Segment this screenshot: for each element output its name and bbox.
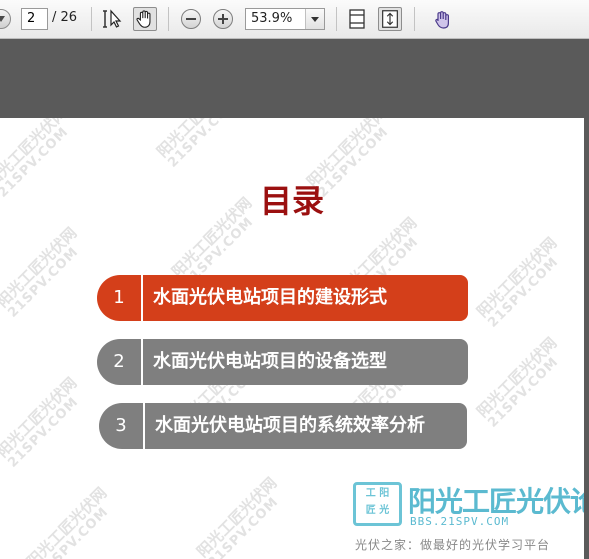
toolbar-separator	[414, 7, 415, 31]
toc-number: 2	[97, 339, 141, 385]
forum-tagline: 光伏之家：做最好的光伏学习平台	[355, 538, 551, 552]
fit-page-button[interactable]	[378, 7, 402, 31]
next-page-button[interactable]	[0, 9, 11, 29]
toolbar-separator	[168, 7, 169, 31]
toolbar-separator	[91, 7, 92, 31]
text-cursor-arrow-icon	[103, 9, 122, 28]
select-tool-button[interactable]	[100, 7, 124, 31]
watermark: 阳光工匠光伏网21SPV.COM	[23, 483, 112, 559]
zoom-out-button[interactable]	[181, 9, 201, 29]
fit-width-button[interactable]	[345, 7, 369, 31]
read-mode-button[interactable]	[430, 7, 454, 31]
forum-logo-icon: 工 阳 匠 光	[353, 482, 402, 526]
forum-logo-name: 阳光工匠光伏论坛	[408, 485, 584, 518]
zoom-level-select[interactable]: 53.9%	[245, 8, 325, 30]
hand-tool-button[interactable]	[133, 7, 157, 31]
toc-number: 3	[99, 403, 143, 449]
toolbar-separator	[336, 7, 337, 31]
toc-number: 1	[97, 275, 141, 321]
pdf-page: 阳光工匠光伏网21SPV.COM 阳光工匠光伏网21SPV.COM 阳光工匠光伏…	[0, 118, 584, 559]
watermark: 阳光工匠光伏网21SPV.COM	[473, 333, 562, 431]
zoom-in-button[interactable]	[213, 9, 233, 29]
watermark: 阳光工匠光伏网21SPV.COM	[0, 223, 82, 321]
forum-logo-url: BBS.21SPV.COM	[410, 515, 510, 528]
pdf-toolbar: 2 / 26 53.9%	[0, 0, 589, 39]
zoom-value: 53.9%	[251, 11, 293, 26]
watermark: 阳光工匠光伏网21SPV.COM	[473, 233, 562, 331]
minus-icon	[186, 18, 196, 20]
toc-label: 水面光伏电站项目的建设形式	[143, 275, 468, 321]
plus-icon-v	[222, 14, 224, 24]
page-number-input[interactable]: 2	[21, 8, 48, 30]
fit-page-icon	[382, 10, 398, 28]
touch-hand-icon	[435, 11, 449, 29]
page-total-label: / 26	[52, 10, 78, 25]
watermark: 阳光工匠光伏网21SPV.COM	[153, 118, 242, 171]
toc-label: 水面光伏电站项目的设备选型	[143, 339, 468, 385]
page-title: 目录	[259, 182, 324, 220]
hand-icon	[136, 10, 151, 28]
watermark: 阳光工匠光伏网21SPV.COM	[193, 473, 282, 559]
watermark: 阳光工匠光伏网21SPV.COM	[0, 373, 82, 471]
toc-label: 水面光伏电站项目的系统效率分析	[145, 403, 467, 449]
chevron-down-icon[interactable]	[305, 9, 324, 29]
fit-page-scroll-icon	[349, 9, 365, 29]
